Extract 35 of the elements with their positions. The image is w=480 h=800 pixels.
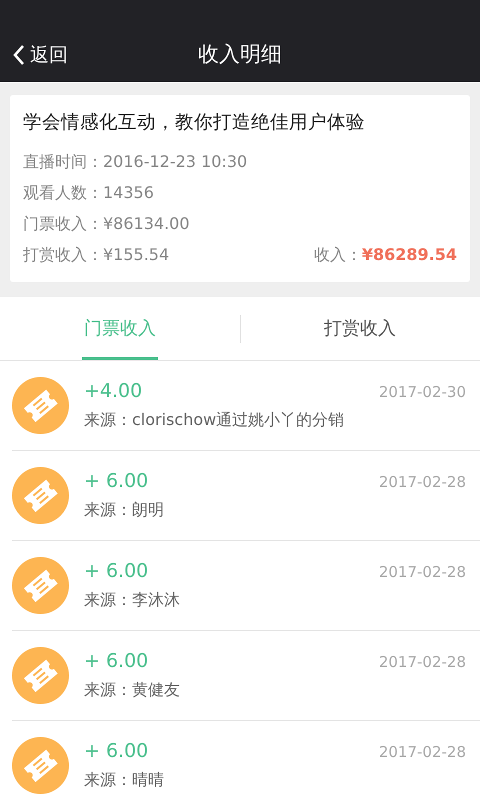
amount: + 6.00: [84, 470, 148, 492]
ticket-icon: [12, 467, 69, 524]
amount: + 6.00: [84, 650, 148, 672]
record-source: 来源：黄健友: [84, 680, 181, 701]
chevron-left-icon: [12, 44, 26, 66]
record-date: 2017-02-28: [378, 653, 466, 671]
page-title: 收入明细: [198, 41, 282, 68]
record-source: 来源：晴晴: [84, 770, 165, 791]
record-date: 2017-02-28: [378, 743, 466, 761]
ticket-icon: [12, 557, 69, 614]
info-value: ¥86134.00: [103, 213, 190, 235]
record-date: 2017-02-28: [378, 563, 466, 581]
info-value: 2016-12-23 10:30: [103, 151, 248, 173]
total-value: ¥86289.54: [362, 244, 457, 266]
total-label: 收入：: [314, 244, 362, 266]
info-label: 门票收入：: [23, 213, 103, 235]
info-label: 观看人数：: [23, 182, 103, 204]
info-label: 打赏收入：: [23, 244, 103, 266]
record-source: 来源：clorischow通过姚小丫的分销: [84, 410, 346, 431]
back-button[interactable]: 返回: [12, 42, 68, 68]
ticket-icon: [12, 647, 69, 704]
info-label: 直播时间：: [23, 151, 103, 173]
ticket-icon: [12, 377, 69, 434]
info-value: 14356: [103, 182, 154, 204]
ticket-icon: [12, 737, 69, 794]
info-value: ¥155.54: [103, 244, 170, 266]
amount: +4.00: [84, 380, 142, 402]
record-date: 2017-02-30: [378, 383, 466, 401]
tab[interactable]: 打赏收入: [322, 299, 398, 360]
record-date: 2017-02-28: [378, 473, 466, 491]
record-source: 来源：朗明: [84, 500, 165, 521]
record-source: 来源：李沐沐: [84, 590, 181, 611]
live-title: 学会情感化互动，教你打造绝佳用户体验: [23, 111, 366, 134]
amount: + 6.00: [84, 740, 148, 762]
amount: + 6.00: [84, 560, 148, 582]
